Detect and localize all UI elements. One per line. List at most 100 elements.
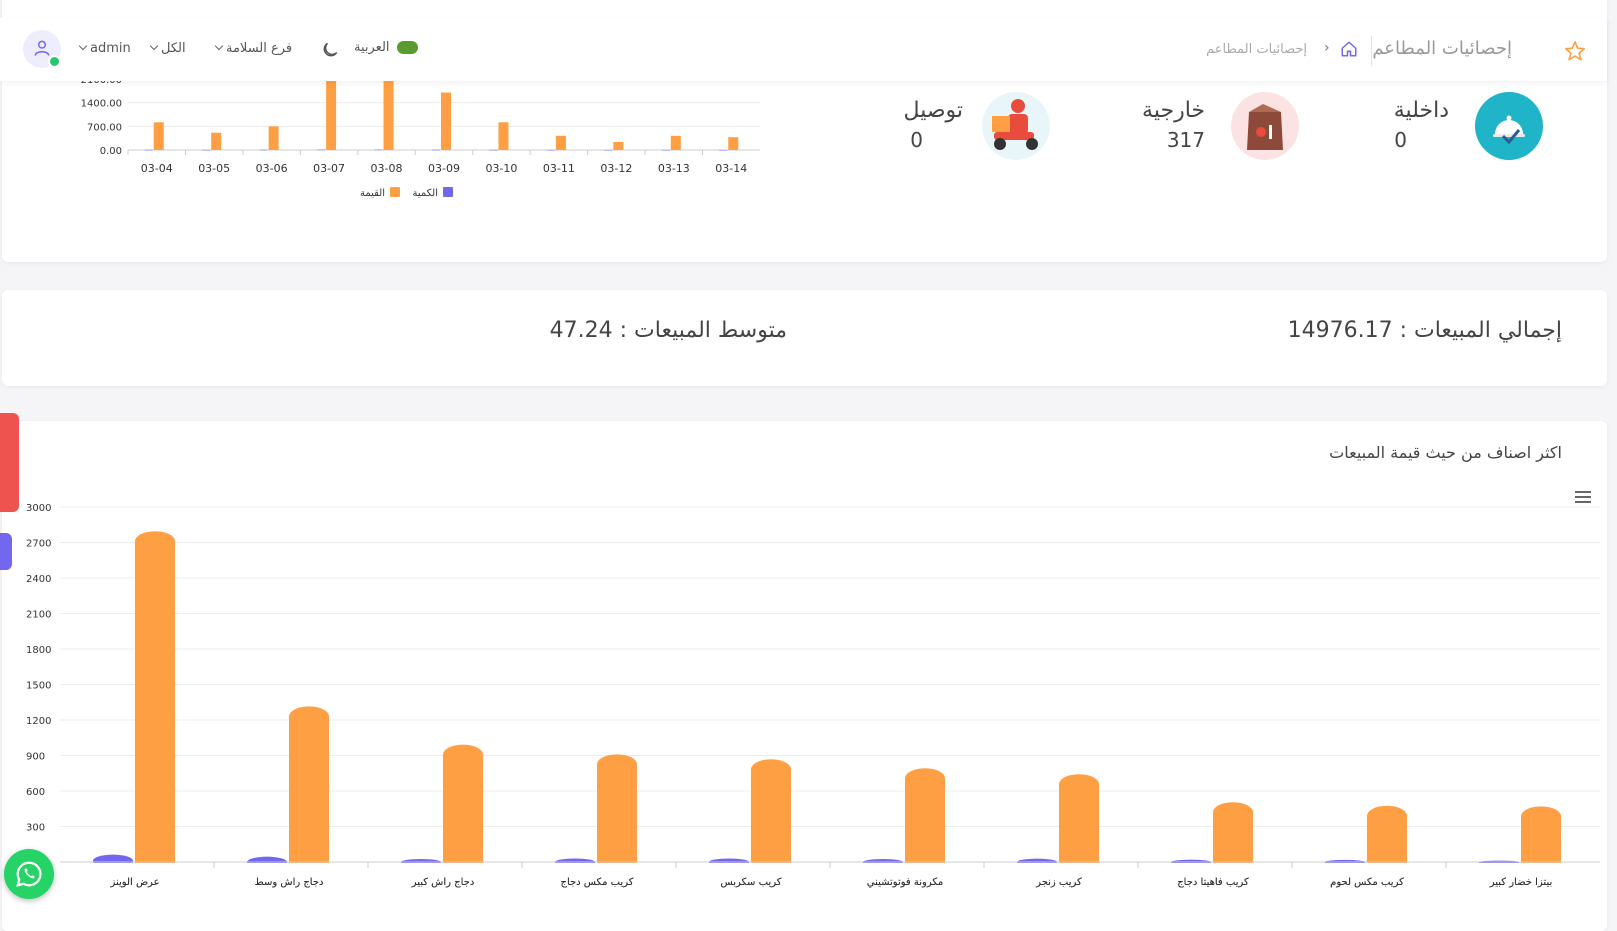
user-name: admin <box>90 41 131 56</box>
y-tick-label: 2700 <box>26 539 51 550</box>
bar-value <box>670 135 681 150</box>
delivery-scooter-icon <box>992 99 1038 150</box>
bar-value <box>268 126 279 150</box>
order-type-takeaway: خارجية <box>1142 98 1205 123</box>
whatsapp-icon <box>16 861 42 887</box>
sales-summary-card: إجمالي المبيعات : 14976.17 متوسط المبيعا… <box>2 290 1607 386</box>
x-tick-label: مكرونة فوتوتشيني <box>867 877 944 888</box>
x-tick-label: 03-07 <box>313 162 345 175</box>
bar-quantity <box>661 149 670 151</box>
bar-quantity <box>259 149 268 151</box>
branch-label: فرع السلامة <box>226 41 293 56</box>
bar-value <box>498 122 509 150</box>
breadcrumb-current[interactable]: إحصائيات المطاعم <box>1206 42 1307 57</box>
home-icon[interactable] <box>1340 40 1358 58</box>
y-tick-label: 700.00 <box>87 122 122 133</box>
star-icon[interactable] <box>1564 40 1586 62</box>
x-tick-label: كريب سكربس <box>720 877 781 888</box>
order-count-dine-in: 0 <box>1394 128 1407 152</box>
bar-value <box>211 132 222 150</box>
order-type-delivery: توصيل <box>903 98 963 123</box>
bar-value <box>905 768 945 872</box>
bar-quantity <box>604 149 613 151</box>
order-count-delivery: 0 <box>910 128 923 152</box>
bar-value <box>443 744 483 872</box>
y-tick-label: 1200 <box>26 716 51 727</box>
x-tick-label: 03-10 <box>485 162 517 175</box>
top-items-chart: 3000 2700 2400 2100 1800 1500 1200 900 600 300 عرض… <box>26 503 1600 888</box>
bar-value <box>326 75 337 150</box>
chevron-down-icon <box>147 41 161 56</box>
x-tick-label: 03-12 <box>600 162 632 175</box>
y-tick-label: 600 <box>26 787 45 798</box>
x-tick-label: بيتزا خضار كبير <box>1489 877 1553 888</box>
legend-label-value: القيمة <box>360 188 385 199</box>
y-tick-label: 1400.00 <box>81 99 122 110</box>
online-status-dot <box>48 55 61 68</box>
takeaway-bag-icon <box>1247 104 1283 150</box>
bar-value <box>613 141 624 150</box>
dine-in-icon-circle <box>1475 92 1543 160</box>
y-tick-label: 2400 <box>26 574 51 585</box>
y-tick-label: 0.00 <box>100 146 122 157</box>
y-tick-label: 3000 <box>26 503 51 514</box>
delivery-icon-circle <box>982 92 1050 160</box>
avatar[interactable] <box>23 30 61 68</box>
bar-value <box>751 759 791 872</box>
takeaway-icon-circle <box>1231 92 1299 160</box>
bar-value <box>597 754 637 872</box>
x-tick-label: كريب فاهيتا دجاج <box>1177 877 1249 888</box>
moon-icon[interactable] <box>320 40 340 60</box>
chevron-down-icon <box>212 41 226 56</box>
bar-quantity <box>317 149 326 151</box>
x-tick-label: كريب زنجر <box>1035 877 1082 888</box>
top-items-card: اكثر اصناف من حيث قيمة المبيعات 3000 2700… <box>2 421 1607 931</box>
x-tick-label: كريب مكس لحوم <box>1330 877 1404 888</box>
customizer-toggle-tab[interactable] <box>0 533 12 570</box>
total-sales: إجمالي المبيعات : 14976.17 <box>1287 318 1562 343</box>
bar-value <box>383 75 394 150</box>
y-tick-label: 900 <box>26 752 45 763</box>
y-tick-label: 2100 <box>26 610 51 621</box>
bar-quantity <box>489 149 498 151</box>
bar-quantity <box>144 149 153 151</box>
x-tick-label: 03-08 <box>371 162 403 175</box>
x-tick-label: 03-09 <box>428 162 460 175</box>
legend-label-quantity: الكمية <box>412 188 438 199</box>
top-items-title: اكثر اصناف من حيث قيمة المبيعات <box>1329 443 1562 462</box>
whatsapp-button[interactable] <box>4 849 54 899</box>
legend-marker-quantity <box>443 187 453 197</box>
bar-quantity <box>202 149 211 151</box>
top-navbar: إحصائيات المطاعم › إحصائيات المطاعم العر… <box>0 18 1607 81</box>
bar-quantity <box>432 149 440 151</box>
language-label: العربية <box>354 40 390 55</box>
cloche-icon <box>1493 115 1525 145</box>
chevron-left-icon: › <box>1324 40 1330 56</box>
x-tick-label: 03-04 <box>141 162 173 175</box>
saudi-flag-icon <box>396 41 418 54</box>
bar-value <box>289 706 329 872</box>
x-tick-label: 03-06 <box>256 162 288 175</box>
bar-quantity <box>546 149 555 151</box>
filter-dropdown[interactable]: الكل <box>147 41 186 56</box>
average-sales: متوسط المبيعات : 47.24 <box>549 318 787 343</box>
x-tick-label: 03-14 <box>715 162 747 175</box>
language-selector[interactable]: العربية <box>354 40 418 55</box>
floating-side-tab[interactable] <box>0 413 19 512</box>
y-tick-label: 1800 <box>26 645 51 656</box>
bar-value <box>555 135 566 150</box>
y-tick-label: 1500 <box>26 681 51 692</box>
y-tick-label: 300 <box>26 823 45 834</box>
x-tick-label: 03-11 <box>543 162 575 175</box>
bar-value <box>1059 774 1099 872</box>
x-tick-label: كريب مكس دجاج <box>560 877 633 888</box>
x-tick-label: عرض الوينز <box>109 877 159 888</box>
branch-dropdown[interactable]: فرع السلامة <box>212 41 292 56</box>
user-icon <box>34 40 50 56</box>
bar-value <box>441 92 451 150</box>
user-dropdown[interactable]: admin <box>76 41 131 56</box>
x-tick-label: دجاج راش كبير <box>411 877 475 888</box>
order-count-takeaway: 317 <box>1166 128 1205 152</box>
filter-label: الكل <box>161 41 186 56</box>
bar-value <box>135 531 175 872</box>
